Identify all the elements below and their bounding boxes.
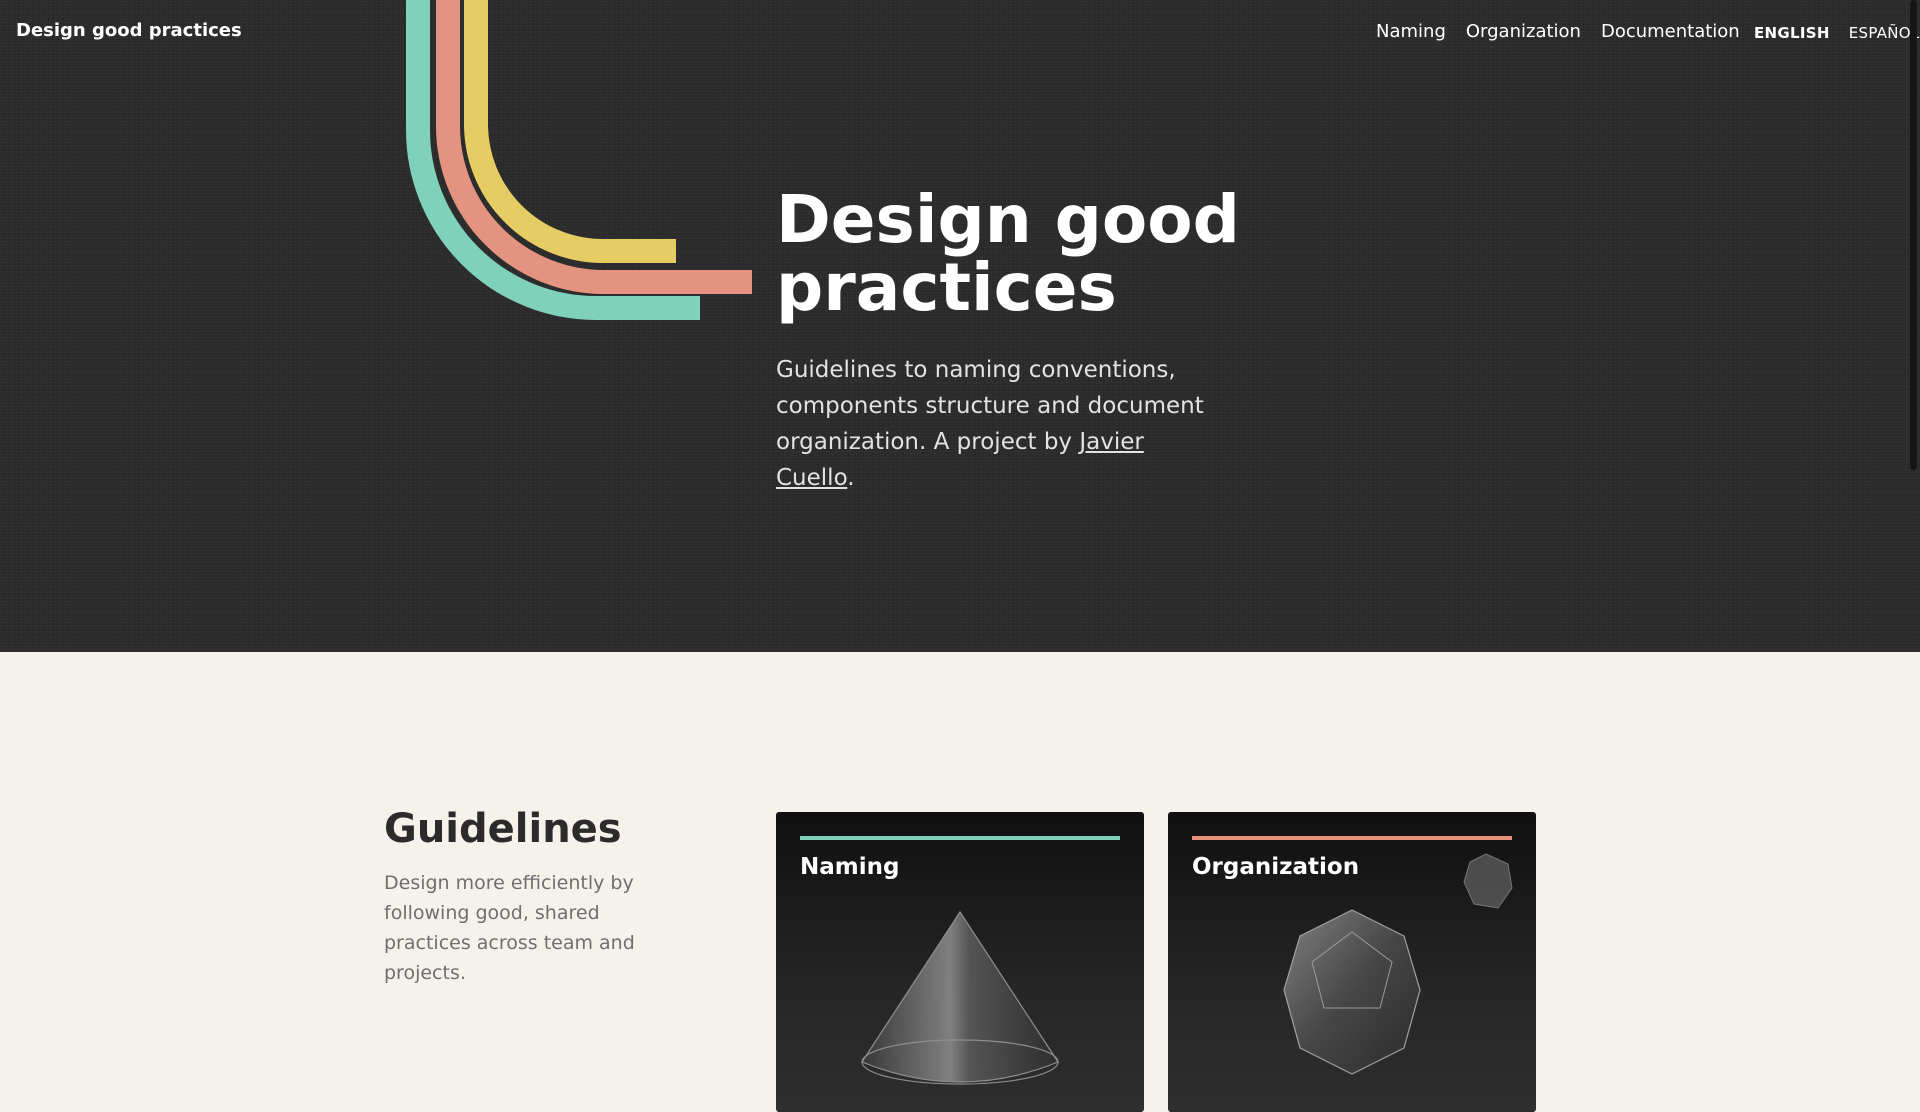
- main-nav: Naming Organization Documentation: [1376, 21, 1740, 42]
- lang-espanol[interactable]: ESPAÑOL: [1849, 24, 1920, 42]
- hero-section: Design good practices Naming Organizatio…: [0, 0, 1920, 652]
- card-organization[interactable]: Organization: [1168, 812, 1536, 1112]
- dodecahedron-icon: [1283, 853, 1513, 1075]
- language-switcher: ENGLISH ESPAÑOL: [1754, 24, 1920, 42]
- guidelines-description: Design more efficiently by following goo…: [384, 872, 635, 984]
- card-naming[interactable]: Naming: [776, 812, 1144, 1112]
- hero-title: Design good practices: [776, 181, 1240, 326]
- hero-lead: Guidelines to naming conventions, compon…: [776, 352, 1216, 496]
- nav-link-organization[interactable]: Organization: [1466, 21, 1581, 42]
- scrollbar-thumb[interactable]: [1910, 0, 1917, 470]
- guidelines-title: Guidelines: [384, 806, 622, 852]
- cone-icon: [861, 910, 1059, 1085]
- lang-english[interactable]: ENGLISH: [1754, 24, 1830, 42]
- nav-link-documentation[interactable]: Documentation: [1601, 21, 1740, 42]
- stripe-yellow: [464, 0, 676, 263]
- brand-logo[interactable]: Design good practices: [16, 20, 242, 41]
- nav-link-naming[interactable]: Naming: [1376, 21, 1446, 42]
- decorative-stripes: [406, 0, 752, 320]
- hero-lead-end: .: [847, 465, 855, 491]
